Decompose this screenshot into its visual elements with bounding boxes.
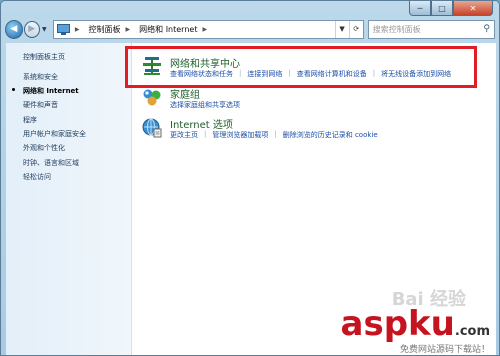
search-icon[interactable]: ⚲ [483,24,490,34]
search-placeholder: 搜索控制面板 [372,24,421,34]
red-highlight-box [125,46,477,88]
homegroup-link[interactable]: 家庭组 [170,86,200,101]
delete-browsing-history-link[interactable]: 删除浏览的历史记录和 cookie [283,130,378,140]
left-link-appearance[interactable]: 外观和个性化 [23,143,65,153]
left-link-network-internet[interactable]: 网络和 Internet [12,86,79,96]
internet-options-link[interactable]: Internet 选项 [170,116,233,131]
breadcrumb-chevron-icon: ▶ [202,25,208,33]
address-bar[interactable]: ▶ 控制面板 ▶ 网络和 Internet ▶ ▼ ⟳ [52,19,364,39]
watermark-suffix: .com [454,324,490,339]
left-navigation-pane: 控制面板主页 系统和安全 网络和 Internet 硬件和声音 程序 用户帐户和… [6,43,132,355]
internet-options-icon [142,118,162,138]
left-link-programs[interactable]: 程序 [23,115,37,125]
homegroup-tasks: 选择家庭组和共享选项 [170,100,240,110]
address-controls: ▼ ⟳ [334,20,363,38]
arrow-right-icon: ▶ [28,24,36,34]
minimize-button[interactable]: ─ [409,1,431,16]
homegroup-icon [143,89,161,106]
forward-button[interactable]: ▶ [23,20,40,38]
current-bullet-icon [12,88,15,91]
left-link-label: 网络和 Internet [23,87,79,95]
breadcrumb-chevron-icon: ▶ [74,25,80,33]
left-link-clock-region[interactable]: 时钟、语言和区域 [23,158,79,168]
internet-options-tasks: 更改主页 | 管理浏览器加载项 | 删除浏览的历史记录和 cookie [170,130,378,140]
back-button[interactable]: ◀ [5,19,23,39]
watermark-main: aspku [340,304,455,344]
homegroup-options-link[interactable]: 选择家庭组和共享选项 [170,100,240,110]
main-content: 网络和共享中心 查看网络状态和任务 | 连接到网络 | 查看网络计算机和设备 |… [132,43,496,355]
left-link-hardware-sound[interactable]: 硬件和声音 [23,100,58,110]
manage-add-ons-link[interactable]: 管理浏览器加载项 [212,130,268,140]
refresh-button[interactable]: ⟳ [348,20,363,38]
breadcrumb-control-panel[interactable]: 控制面板 [89,24,121,35]
left-link-system-security[interactable]: 系统和安全 [23,72,58,82]
close-button[interactable]: ✕ [453,1,493,16]
link-divider: | [204,130,207,138]
arrow-left-icon: ◀ [10,24,18,34]
recent-pages-dropdown[interactable]: ▼ [40,26,49,33]
address-dropdown-button[interactable]: ▼ [334,20,349,38]
link-divider: | [274,130,277,138]
search-input[interactable]: 搜索控制面板 ⚲ [367,19,495,39]
left-link-user-accounts[interactable]: 用户帐户和家庭安全 [23,129,86,139]
change-homepage-link[interactable]: 更改主页 [170,130,198,140]
breadcrumb-network-internet[interactable]: 网络和 Internet [139,24,197,35]
control-panel-window: ─ □ ✕ ◀ ▶ ▼ ▶ 控制面板 ▶ 网络和 Internet ▶ ▼ ⟳ … [0,0,500,356]
caption-buttons: ─ □ ✕ [409,1,493,16]
maximize-button[interactable]: □ [431,1,453,16]
left-link-control-panel-home[interactable]: 控制面板主页 [23,52,65,62]
left-link-ease-of-access[interactable]: 轻松访问 [23,172,51,182]
breadcrumb-chevron-icon: ▶ [125,25,131,33]
navigation-bar: ◀ ▶ ▼ ▶ 控制面板 ▶ 网络和 Internet ▶ ▼ ⟳ 搜索控制面板… [5,18,495,40]
control-panel-icon [56,23,70,35]
watermark-subtitle: 免费网站源码下载站！ [397,342,492,355]
